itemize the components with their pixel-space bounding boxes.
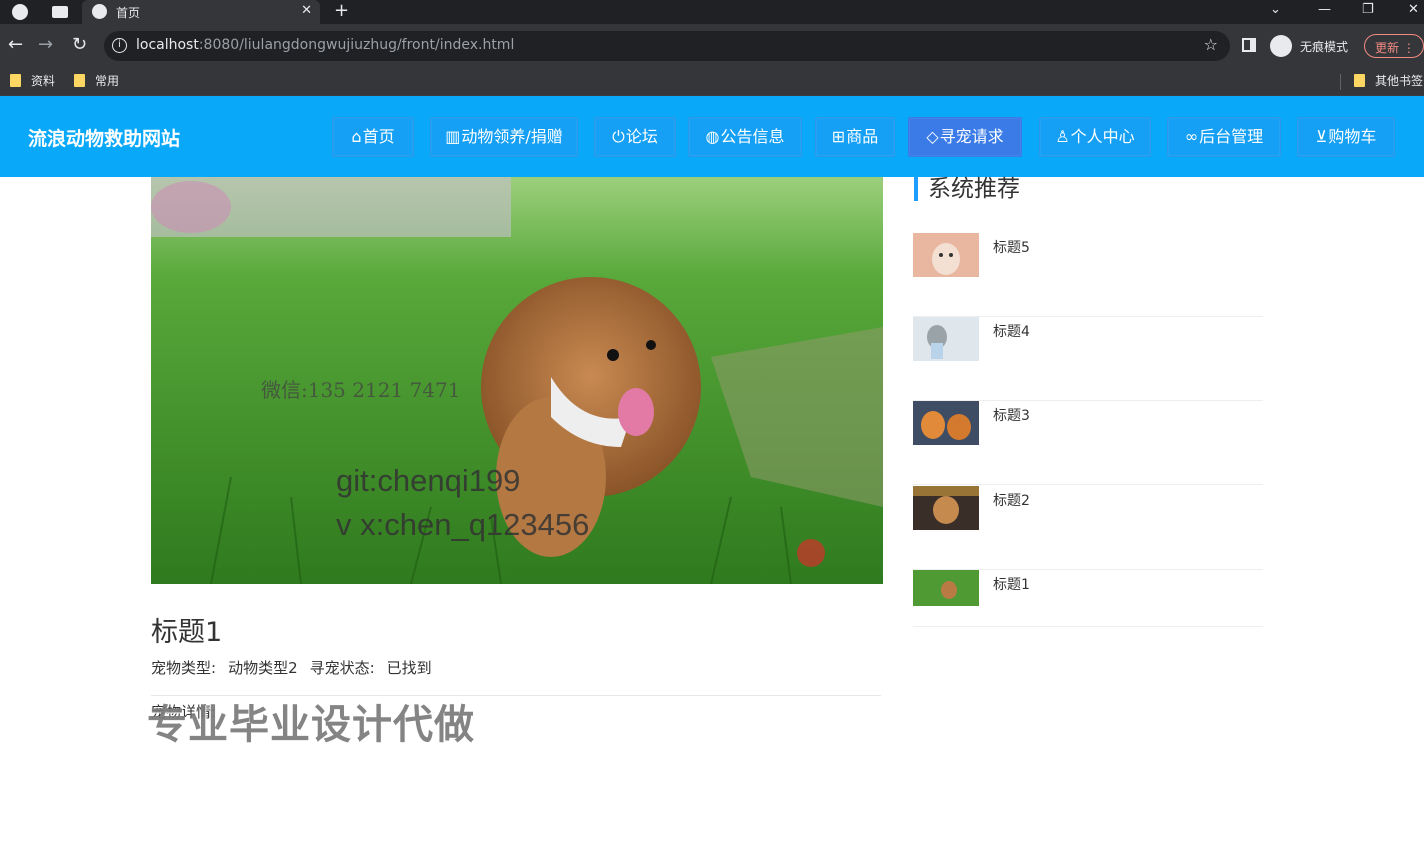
globe-icon: ◍	[705, 127, 720, 146]
close-window-icon[interactable]: ✕	[1408, 0, 1419, 20]
bookmark-label: 常用	[95, 74, 120, 88]
recommend-thumbnail[interactable]	[913, 486, 979, 530]
recommend-item[interactable]: 标题3	[913, 401, 1263, 485]
nav-cart[interactable]: ⊻购物车	[1297, 117, 1395, 157]
book-icon: ⊞	[831, 127, 846, 146]
recommend-item-label[interactable]: 标题2	[993, 490, 1030, 510]
nav-profile[interactable]: ♙个人中心	[1039, 117, 1151, 157]
link-icon: ∞	[1184, 127, 1199, 146]
user-icon: ♙	[1055, 127, 1070, 146]
overlay-git: git:chenqi199	[336, 463, 520, 498]
minimize-icon[interactable]: —	[1318, 0, 1331, 20]
url-text[interactable]: localhost:8080/liulangdongwujiuzhug/fron…	[136, 37, 514, 53]
tab-search-icon[interactable]: ⌄	[1270, 0, 1281, 20]
post-title: 标题1	[151, 617, 223, 648]
site-info-icon[interactable]: i	[112, 38, 127, 53]
site-logo[interactable]: 流浪动物救助网站	[28, 124, 180, 151]
browser-tab-active[interactable]: 首页 ✕	[82, 0, 320, 24]
home-icon: ⌂	[351, 127, 362, 146]
nav-pet-search[interactable]: ◇寻宠请求	[908, 117, 1022, 157]
globe-icon[interactable]	[12, 4, 28, 20]
recommend-item[interactable]: 标题4	[913, 317, 1263, 401]
recommend-item-label[interactable]: 标题3	[993, 405, 1030, 425]
url-path: :8080/liulangdongwujiuzhug/front/index.h…	[198, 37, 515, 53]
url-host: localhost	[136, 37, 199, 53]
incognito-label: 无痕模式	[1300, 40, 1349, 54]
recommend-thumbnail[interactable]	[913, 233, 979, 277]
incognito-indicator[interactable]: 无痕模式	[1268, 34, 1358, 58]
nav-label: 购物车	[1328, 127, 1377, 146]
bookmark-label: 其他书签	[1375, 74, 1424, 88]
nav-adoption[interactable]: ▥动物领养/捐赠	[430, 117, 578, 157]
tab-favicon-icon	[92, 4, 107, 19]
nav-announcements[interactable]: ◍公告信息	[688, 117, 802, 157]
overlay-wechat: 微信:135 2121 7471	[261, 378, 460, 402]
nav-label: 寻宠请求	[939, 127, 1004, 146]
recommend-item-label[interactable]: 标题1	[993, 574, 1030, 594]
nav-label: 后台管理	[1199, 127, 1264, 146]
power-icon: ⏻	[612, 127, 625, 146]
folder-icon	[74, 74, 85, 87]
nav-admin[interactable]: ∞后台管理	[1167, 117, 1281, 157]
recommend-thumbnail[interactable]	[913, 401, 979, 445]
site-header: 流浪动物救助网站 ⌂首页 ▥动物领养/捐赠 ⏻论坛 ◍公告信息 ⊞商品 ◇寻宠请…	[0, 96, 1424, 177]
restore-icon[interactable]: ❐	[1362, 0, 1374, 20]
recommend-item[interactable]: 标题5	[913, 233, 1263, 317]
overlay-vx: v x:chen_q123456	[336, 507, 589, 542]
nav-label: 商品	[846, 127, 879, 146]
cart-icon: ⊻	[1315, 127, 1328, 146]
bookmarks-bar: 资料 常用 其他书签	[0, 68, 1424, 96]
post-meta: 宠物类型: 动物类型2 寻宠状态: 已找到	[151, 657, 444, 678]
new-tab-button[interactable]: +	[334, 0, 349, 22]
tab-overview-icon[interactable]	[52, 6, 68, 18]
pet-type-label: 宠物类型:	[151, 659, 217, 677]
forward-icon[interactable]: →	[38, 34, 53, 56]
reload-icon[interactable]: ↻	[72, 34, 87, 56]
pet-type-value: 动物类型2	[228, 659, 298, 677]
update-label: 更新	[1375, 41, 1400, 55]
nav-label: 公告信息	[720, 127, 785, 146]
recommend-thumbnail[interactable]	[913, 317, 979, 361]
bookmark-folder[interactable]: 常用	[74, 72, 119, 90]
folder-icon	[1354, 74, 1365, 87]
nav-label: 论坛	[625, 127, 658, 146]
recommend-item-label[interactable]: 标题5	[993, 237, 1030, 257]
recommend-item[interactable]: 标题1	[913, 570, 1263, 627]
tab-title: 首页	[116, 6, 141, 20]
status-value: 已找到	[386, 659, 432, 677]
watermark-text: 专业毕业设计代做	[147, 702, 475, 748]
recommend-thumbnail[interactable]	[913, 570, 979, 606]
update-button[interactable]: 更新 ⋮	[1364, 34, 1424, 58]
status-label: 寻宠状态:	[309, 659, 375, 677]
address-bar[interactable]: i localhost:8080/liulangdongwujiuzhug/fr…	[104, 31, 1230, 61]
grid-icon: ▥	[445, 127, 461, 146]
nav-home[interactable]: ⌂首页	[332, 117, 414, 157]
back-icon[interactable]: ←	[8, 34, 23, 56]
recommend-item-label[interactable]: 标题4	[993, 321, 1030, 341]
nav-label: 动物领养/捐赠	[461, 127, 563, 146]
folder-icon	[10, 74, 21, 87]
browser-toolbar: ← → ↻ i localhost:8080/liulangdongwujiuz…	[0, 24, 1424, 68]
nav-label: 首页	[362, 127, 395, 146]
tag-icon: ◇	[926, 127, 939, 146]
bookmark-label: 资料	[31, 74, 56, 88]
bookmark-folder[interactable]: 资料	[10, 72, 55, 90]
recommend-item[interactable]: 标题2	[913, 486, 1263, 570]
side-panel-icon[interactable]	[1242, 38, 1256, 52]
nav-forum[interactable]: ⏻论坛	[594, 117, 676, 157]
recommend-title: 系统推荐	[914, 177, 1020, 201]
bookmark-star-icon[interactable]: ☆	[1204, 35, 1218, 54]
pet-photo: 微信:135 2121 7471 git:chenqi199 v x:chen_…	[151, 177, 883, 584]
other-bookmarks[interactable]: 其他书签	[1354, 72, 1423, 90]
close-tab-icon[interactable]: ✕	[301, 3, 312, 18]
nav-label: 个人中心	[1070, 127, 1135, 146]
nav-products[interactable]: ⊞商品	[815, 117, 895, 157]
browser-tab-bar: 首页 ✕ + ⌄ — ❐ ✕	[0, 0, 1424, 24]
bookmark-separator	[1340, 74, 1341, 90]
incognito-icon	[1270, 35, 1292, 57]
